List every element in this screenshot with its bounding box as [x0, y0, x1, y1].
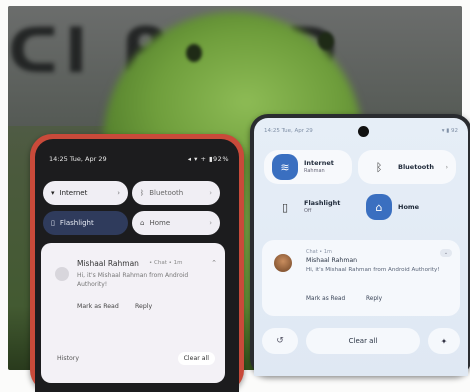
right-mark-as-read-button[interactable]: Mark as Read	[306, 296, 345, 302]
left-notification-message: Hi, it's Mishaal Rahman from Android Aut…	[77, 272, 189, 288]
home-icon: ⌂	[140, 219, 145, 227]
home-icon: ⌂	[366, 194, 392, 220]
right-phone: 14:25 Tue, Apr 29 ▾ ▮ 92 ≋ Internet Rahm…	[250, 114, 470, 376]
bluetooth-icon: ᛒ	[375, 160, 383, 174]
right-notification-footer: ↺ Clear all ✦	[262, 328, 460, 354]
android-plush-eye-left	[186, 44, 202, 62]
right-tile-home[interactable]: ⌂ Home	[358, 190, 456, 224]
left-tile-home-label: Home	[149, 219, 171, 227]
left-clear-all-button[interactable]: Clear all	[177, 352, 215, 365]
flashlight-icon: ▯	[51, 219, 55, 227]
avatar	[55, 267, 69, 281]
left-status-indicators: ◂ ▾ + ▮92%	[187, 155, 229, 163]
left-notification-sender: Mishaal Rahman	[77, 259, 139, 268]
camera-cutout	[358, 126, 369, 137]
chevron-right-icon: ›	[117, 189, 120, 197]
right-tile-internet-sub: Rahman	[304, 168, 325, 174]
right-notification-sender: Mishaal Rahman	[306, 257, 358, 264]
left-tile-home[interactable]: ⌂ Home ›	[132, 211, 220, 235]
right-tile-flashlight[interactable]: ▯ Flashlight Off	[264, 190, 352, 224]
chevron-down-icon[interactable]: ⌄	[440, 249, 452, 257]
right-notification-message: Hi, it's Mishaal Rahman from Android Aut…	[306, 267, 440, 273]
right-tile-flashlight-sub: Off	[304, 208, 312, 214]
right-tile-bluetooth-label: Bluetooth	[398, 163, 434, 171]
right-status-date: Tue, Apr 29	[281, 128, 313, 134]
right-notification-meta: Chat • 1m	[306, 249, 332, 255]
wifi-icon: ≋	[272, 154, 298, 180]
left-status-date: Tue, Apr 29	[69, 155, 107, 163]
chevron-right-icon: ›	[209, 219, 212, 227]
left-phone: 14:25 Tue, Apr 29 ◂ ▾ + ▮92% ▾ Internet …	[30, 134, 244, 392]
chevron-right-icon: ›	[209, 189, 212, 197]
left-tile-flashlight-label: Flashlight	[59, 219, 94, 227]
left-tile-internet[interactable]: ▾ Internet ›	[43, 181, 128, 205]
right-tile-internet-label: Internet	[304, 159, 334, 167]
left-mark-as-read-button[interactable]: Mark as Read	[77, 303, 119, 310]
left-tile-internet-label: Internet	[59, 189, 88, 197]
right-tile-bluetooth[interactable]: ᛒ Bluetooth ›	[358, 150, 456, 184]
right-reply-button[interactable]: Reply	[366, 296, 382, 302]
chevron-up-icon[interactable]: ⌃	[211, 259, 217, 267]
right-tile-internet[interactable]: ≋ Internet Rahman	[264, 150, 352, 184]
chevron-right-icon: ›	[445, 163, 448, 171]
avatar	[274, 254, 292, 272]
bluetooth-icon: ᛒ	[140, 189, 145, 197]
right-tile-flashlight-label: Flashlight	[304, 199, 341, 207]
android-plush-eye-right	[318, 32, 334, 50]
left-notification-meta: • Chat • 1m	[149, 260, 183, 266]
wifi-icon: ▾	[51, 189, 55, 197]
left-tile-bluetooth[interactable]: ᛒ Bluetooth ›	[132, 181, 220, 205]
left-reply-button[interactable]: Reply	[135, 303, 152, 310]
right-tile-home-label: Home	[398, 203, 420, 211]
right-notification-card: Chat • 1m ⌄ Mishaal Rahman Hi, it's Mish…	[262, 240, 460, 316]
right-status-time: 14:25	[264, 128, 280, 134]
left-tile-flashlight[interactable]: ▯ Flashlight	[43, 211, 128, 235]
right-phone-screen: 14:25 Tue, Apr 29 ▾ ▮ 92 ≋ Internet Rahm…	[254, 118, 468, 376]
left-status-time: 14:25	[49, 155, 68, 163]
right-status-indicators: ▾ ▮ 92	[441, 128, 458, 134]
right-clear-all-button[interactable]: Clear all	[306, 328, 420, 354]
left-history-button[interactable]: History	[57, 355, 79, 362]
left-notification-panel: Mishaal Rahman • Chat • 1m ⌃ Hi, it's Mi…	[41, 243, 225, 383]
left-phone-screen: 14:25 Tue, Apr 29 ◂ ▾ + ▮92% ▾ Internet …	[35, 139, 239, 392]
history-icon[interactable]: ↺	[262, 328, 298, 354]
left-tile-bluetooth-label: Bluetooth	[149, 189, 184, 197]
settings-icon[interactable]: ✦	[428, 328, 460, 354]
flashlight-icon: ▯	[281, 200, 289, 214]
left-status-bar: 14:25 Tue, Apr 29 ◂ ▾ + ▮92%	[49, 155, 229, 163]
